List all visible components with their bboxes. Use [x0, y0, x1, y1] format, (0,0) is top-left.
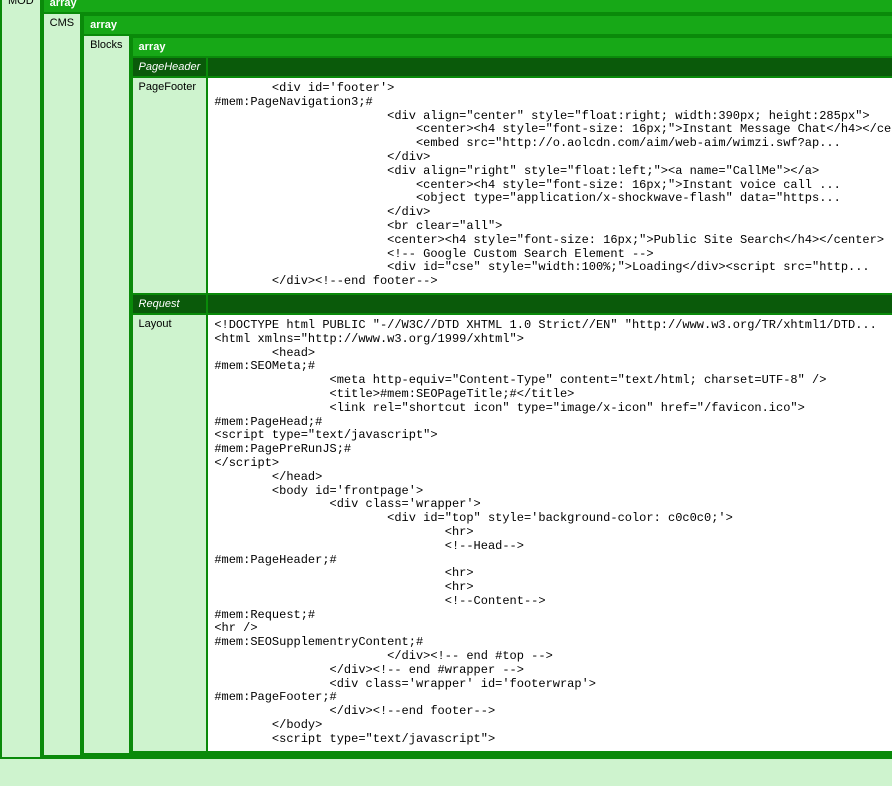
code-pagefooter: <div id='footer'> #mem:PageNavigation3;#… [208, 78, 892, 293]
val-request-collapsed[interactable] [207, 294, 892, 314]
val-pageheader-collapsed[interactable] [207, 57, 892, 77]
dump-root: MOD array CMS array [0, 0, 892, 759]
dump-blocks: array PageHeader PageF [131, 36, 892, 753]
type-header-array-1: array [43, 0, 892, 13]
key-mod[interactable]: MOD [1, 0, 41, 758]
key-pagefooter[interactable]: PageFooter [132, 77, 208, 294]
key-blocks[interactable]: Blocks [83, 35, 129, 754]
key-layout[interactable]: Layout [132, 314, 208, 752]
key-cms[interactable]: CMS [43, 13, 81, 756]
type-header-array-3: array [132, 37, 892, 57]
dump-mod: array CMS array Blocks [42, 0, 892, 757]
key-request[interactable]: Request [132, 294, 208, 314]
code-layout: <!DOCTYPE html PUBLIC "-//W3C//DTD XHTML… [208, 315, 892, 751]
dump-cms: array Blocks array [82, 14, 892, 755]
key-pageheader[interactable]: PageHeader [132, 57, 208, 77]
type-header-array-2: array [83, 15, 892, 35]
